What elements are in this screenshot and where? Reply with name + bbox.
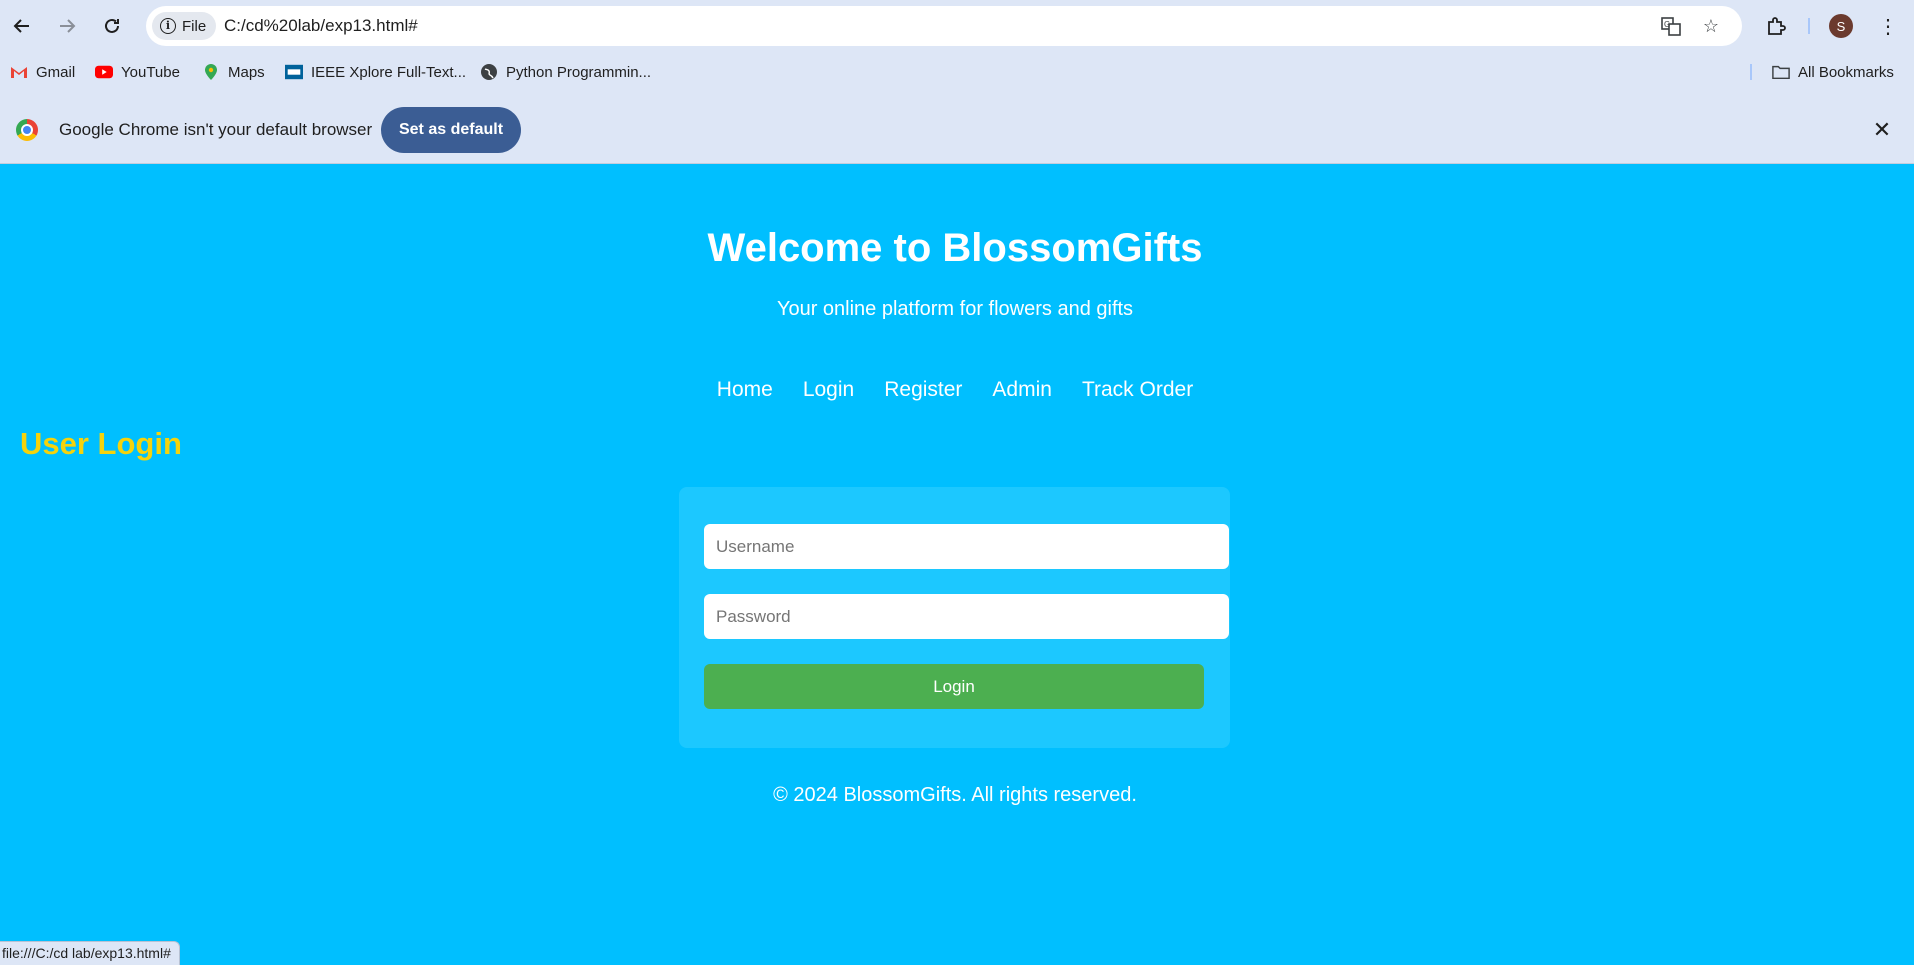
bookmark-label: Maps — [228, 63, 265, 81]
site-info-chip[interactable]: i File — [152, 12, 217, 40]
bookmarks-bar: Gmail YouTube Maps IEEE Xplore Full-Text… — [0, 52, 1914, 92]
bookmark-star-icon[interactable]: ☆ — [1699, 14, 1723, 38]
status-url-bubble: file:///C:/cd lab/exp13.html# — [0, 941, 180, 965]
folder-icon — [1772, 64, 1790, 80]
reload-button[interactable] — [96, 10, 128, 42]
nav-home[interactable]: Home — [717, 378, 773, 402]
all-bookmarks-label: All Bookmarks — [1798, 63, 1894, 81]
url-text[interactable]: C:/cd%20lab/exp13.html# — [224, 16, 418, 36]
reload-icon — [105, 18, 119, 33]
forward-arrow-icon — [60, 19, 76, 33]
bookmark-label: Gmail — [36, 63, 76, 81]
bookmark-youtube[interactable]: YouTube — [95, 60, 180, 84]
back-arrow-icon — [13, 19, 29, 33]
nav-admin[interactable]: Admin — [992, 378, 1052, 402]
set-as-default-button[interactable]: Set as default — [381, 107, 521, 153]
nav-track-order[interactable]: Track Order — [1082, 378, 1193, 402]
bookmark-gmail[interactable]: Gmail — [10, 60, 75, 84]
page-footer: © 2024 BlossomGifts. All rights reserved… — [773, 784, 1137, 806]
extensions-icon[interactable] — [1760, 10, 1792, 42]
puzzle-icon — [1768, 17, 1786, 35]
login-button[interactable]: Login — [704, 664, 1204, 709]
ieee-icon — [285, 64, 303, 80]
page-subtitle: Your online platform for flowers and gif… — [776, 298, 1134, 320]
bookmark-label: YouTube — [121, 63, 180, 81]
bookmark-label: Python Programmin... — [506, 63, 652, 81]
bookmarks-separator — [1750, 64, 1752, 80]
site-info-label: File — [182, 17, 207, 35]
gmail-icon — [10, 64, 28, 80]
translate-glyph: G — [1661, 17, 1681, 36]
infobar-message: Google Chrome isn't your default browser — [59, 120, 373, 139]
address-bar[interactable]: i File C:/cd%20lab/exp13.html# G ☆ — [146, 6, 1742, 46]
nav-register[interactable]: Register — [884, 378, 962, 402]
translate-icon[interactable]: G — [1659, 14, 1683, 38]
youtube-icon — [95, 64, 113, 80]
maps-icon — [202, 64, 220, 80]
toolbar-separator — [1808, 18, 1810, 34]
site-nav: Home Login Register Admin Track Order — [0, 378, 1914, 402]
bookmark-ieee[interactable]: IEEE Xplore Full-Text... — [285, 60, 466, 84]
bookmark-maps[interactable]: Maps — [202, 60, 265, 84]
nav-login[interactable]: Login — [803, 378, 854, 402]
bookmark-python[interactable]: Python Programmin... — [480, 60, 651, 84]
forward-button[interactable] — [51, 10, 83, 42]
section-title: User Login — [20, 426, 182, 461]
chrome-logo-icon — [16, 119, 38, 141]
page-title: Welcome to BlossomGifts — [707, 226, 1203, 270]
profile-avatar[interactable]: S — [1829, 14, 1853, 38]
svg-text:G: G — [1664, 20, 1670, 29]
chrome-menu-icon[interactable]: ⋮ — [1872, 10, 1904, 42]
default-browser-infobar: Google Chrome isn't your default browser… — [0, 92, 1914, 164]
close-icon[interactable]: ✕ — [1868, 116, 1896, 144]
info-icon: i — [160, 18, 176, 34]
page-body: Welcome to BlossomGifts Your online plat… — [0, 165, 1914, 965]
back-button[interactable] — [6, 10, 38, 42]
password-input[interactable] — [704, 594, 1229, 639]
globe-icon — [480, 64, 498, 80]
all-bookmarks-button[interactable]: All Bookmarks — [1772, 60, 1894, 84]
browser-toolbar: i File C:/cd%20lab/exp13.html# G ☆ S ⋮ — [0, 0, 1914, 52]
bookmark-label: IEEE Xplore Full-Text... — [311, 63, 467, 81]
login-form: Login — [679, 487, 1230, 748]
username-input[interactable] — [704, 524, 1229, 569]
